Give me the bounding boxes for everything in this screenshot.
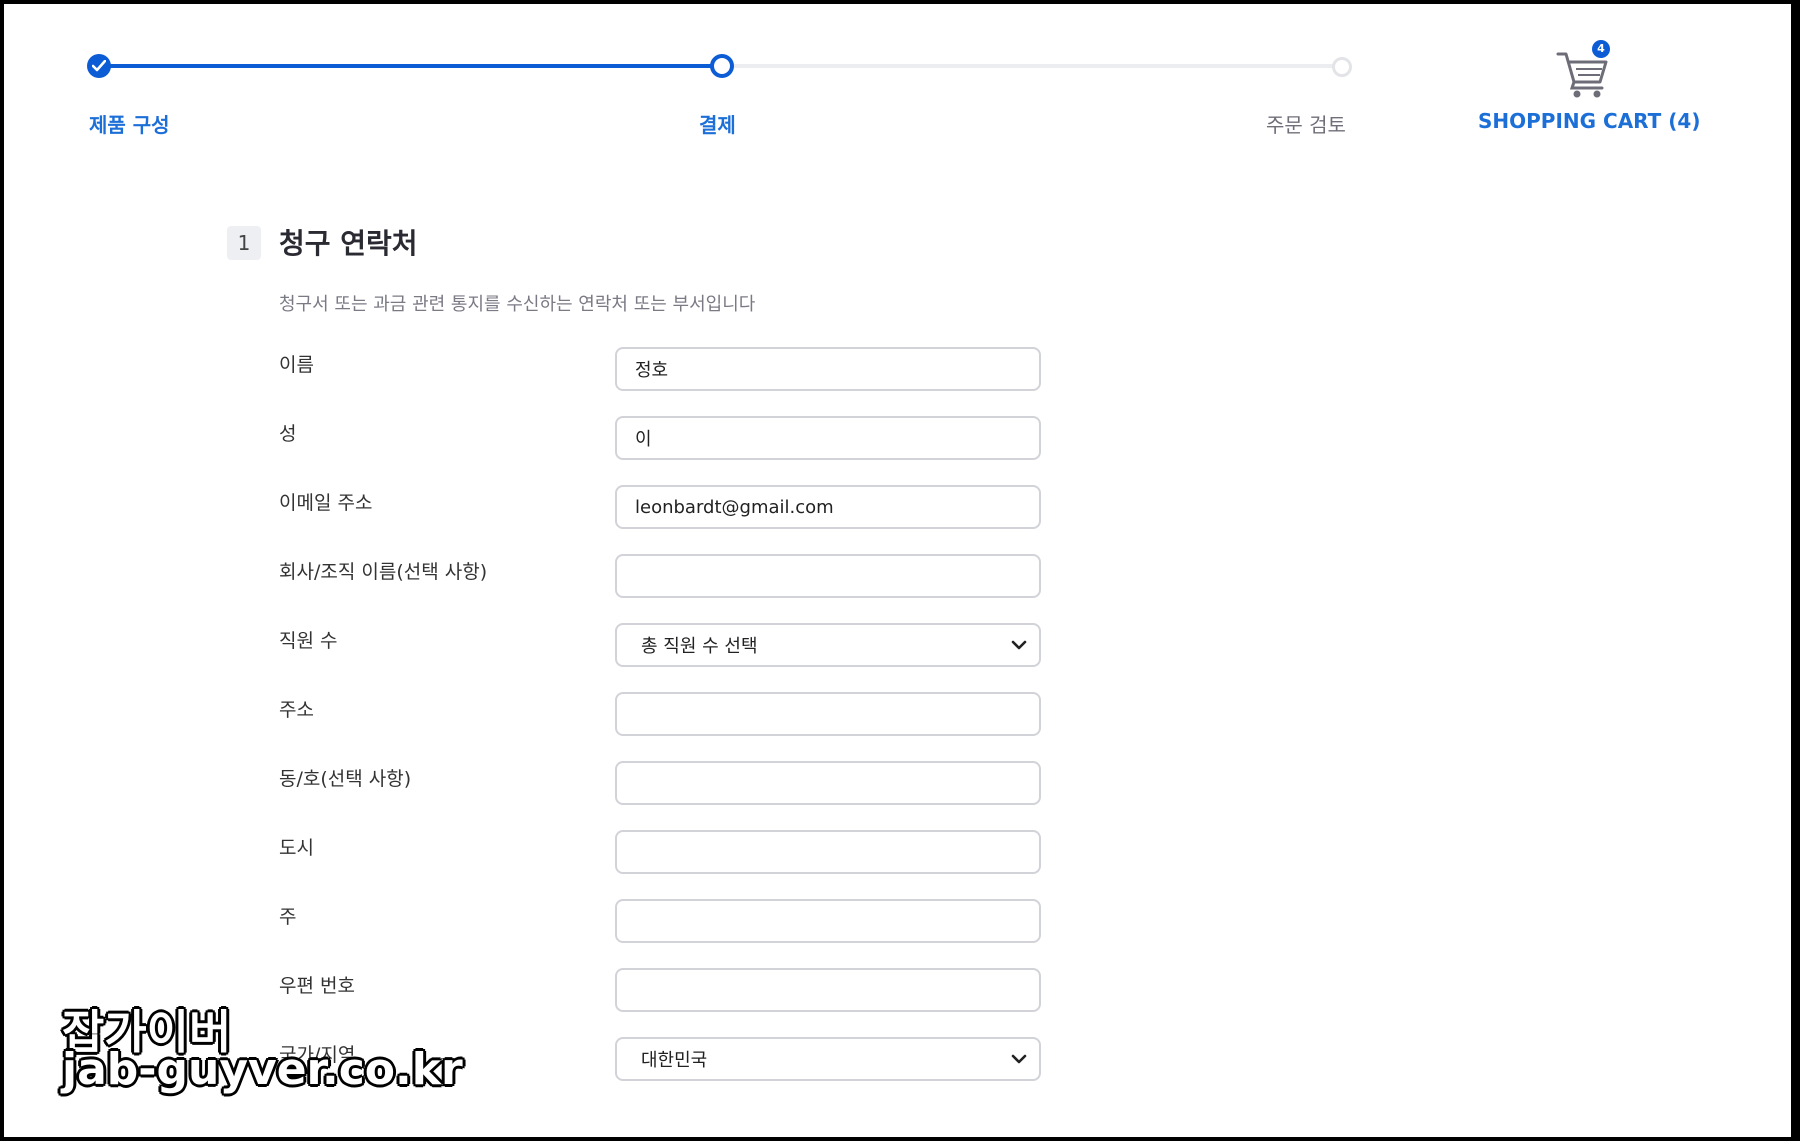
- shopping-cart-link[interactable]: SHOPPING CART (4): [1478, 109, 1700, 133]
- unit-input[interactable]: [615, 761, 1041, 805]
- step-product-config[interactable]: 제품 구성: [89, 109, 170, 138]
- last-name-input[interactable]: [615, 416, 1041, 460]
- step-todo-indicator: [1332, 57, 1352, 77]
- section-number: 1: [227, 226, 261, 260]
- city-input[interactable]: [615, 830, 1041, 874]
- employee-count-value: 총 직원 수 선택: [641, 636, 758, 657]
- first-name-input[interactable]: [615, 347, 1041, 391]
- address-input[interactable]: [615, 692, 1041, 736]
- address-label: 주소: [279, 699, 314, 721]
- employee-count-label: 직원 수: [279, 630, 338, 652]
- unit-label: 동/호(선택 사항): [279, 768, 412, 790]
- progress-track-remaining: [722, 64, 1344, 68]
- step-payment: 결제: [699, 113, 736, 137]
- section-description: 청구서 또는 과금 관련 통지를 수신하는 연락처 또는 부서입니다: [279, 294, 756, 315]
- email-input[interactable]: [615, 485, 1041, 529]
- country-value: 대한민국: [641, 1050, 708, 1071]
- chevron-down-icon: [1011, 1054, 1027, 1064]
- progress-track-complete: [100, 64, 722, 68]
- postal-code-input[interactable]: [615, 968, 1041, 1012]
- country-select[interactable]: 대한민국: [615, 1037, 1041, 1081]
- employee-count-select[interactable]: 총 직원 수 선택: [615, 623, 1041, 667]
- postal-code-label: 우편 번호: [279, 975, 355, 997]
- email-label: 이메일 주소: [279, 492, 373, 514]
- state-input[interactable]: [615, 899, 1041, 943]
- city-label: 도시: [279, 837, 314, 859]
- section-title: 청구 연락처: [279, 227, 418, 260]
- last-name-label: 성: [279, 423, 297, 445]
- state-label: 주: [279, 906, 297, 928]
- first-name-label: 이름: [279, 354, 314, 376]
- cart-count-badge: 4: [1592, 40, 1610, 58]
- company-input[interactable]: [615, 554, 1041, 598]
- watermark-url: jab-guyver.co.kr: [62, 1044, 463, 1095]
- step-current-indicator: [710, 54, 734, 78]
- step-done-check-icon: [87, 54, 111, 78]
- chevron-down-icon: [1011, 640, 1027, 650]
- step-order-review: 주문 검토: [1266, 113, 1346, 137]
- checkout-page: 제품 구성 결제 주문 검토 4 SHOPPING CART (4) 1 청구 …: [4, 4, 1791, 1137]
- company-label: 회사/조직 이름(선택 사항): [279, 561, 488, 583]
